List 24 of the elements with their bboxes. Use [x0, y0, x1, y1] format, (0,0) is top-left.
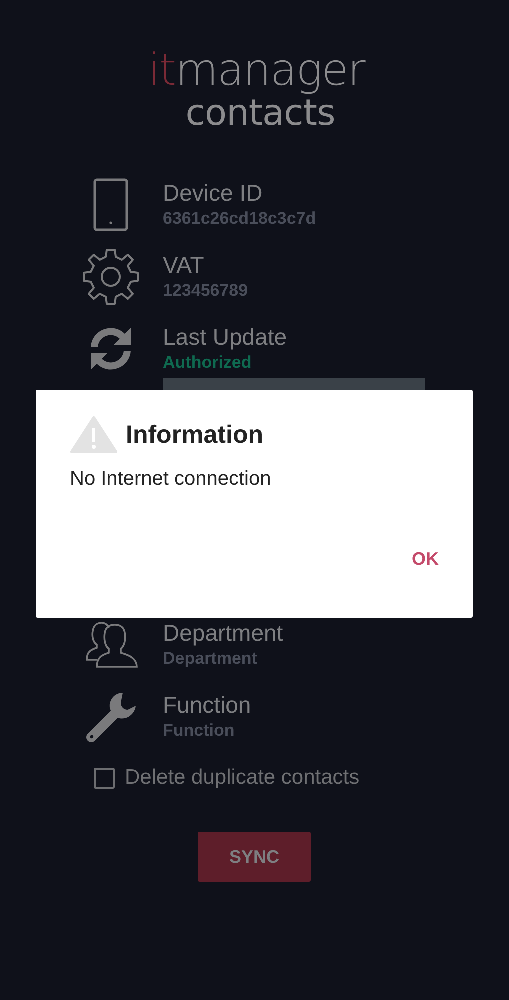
warning-icon — [70, 416, 118, 454]
field-label: VAT — [163, 251, 206, 279]
logo-text: manager — [176, 45, 365, 96]
gear-icon — [82, 248, 140, 306]
checkbox-label: Delete duplicate contacts — [125, 766, 360, 790]
field-value: Function — [163, 720, 236, 742]
sync-button[interactable]: SYNC — [198, 832, 311, 882]
ok-button[interactable]: OK — [402, 543, 449, 576]
phone-icon — [93, 178, 129, 232]
checkbox[interactable] — [94, 768, 115, 788]
field-value: 6361c26cd18c3c7d — [163, 208, 316, 230]
logo-subtitle: contacts — [186, 94, 336, 134]
logo-text: it — [148, 45, 176, 96]
field-value: Department — [163, 648, 258, 670]
field-value: 123456789 — [163, 280, 248, 302]
dialog-message: No Internet connection — [70, 468, 272, 491]
field-label: Function — [163, 691, 252, 719]
dialog-title: Information — [126, 420, 264, 450]
people-icon — [83, 620, 139, 670]
field-label: Device ID — [163, 179, 264, 207]
field-label: Department — [163, 619, 284, 647]
field-label: Last Update — [163, 323, 288, 351]
text-field[interactable] — [163, 378, 425, 390]
field-value: Authorized — [163, 352, 253, 374]
